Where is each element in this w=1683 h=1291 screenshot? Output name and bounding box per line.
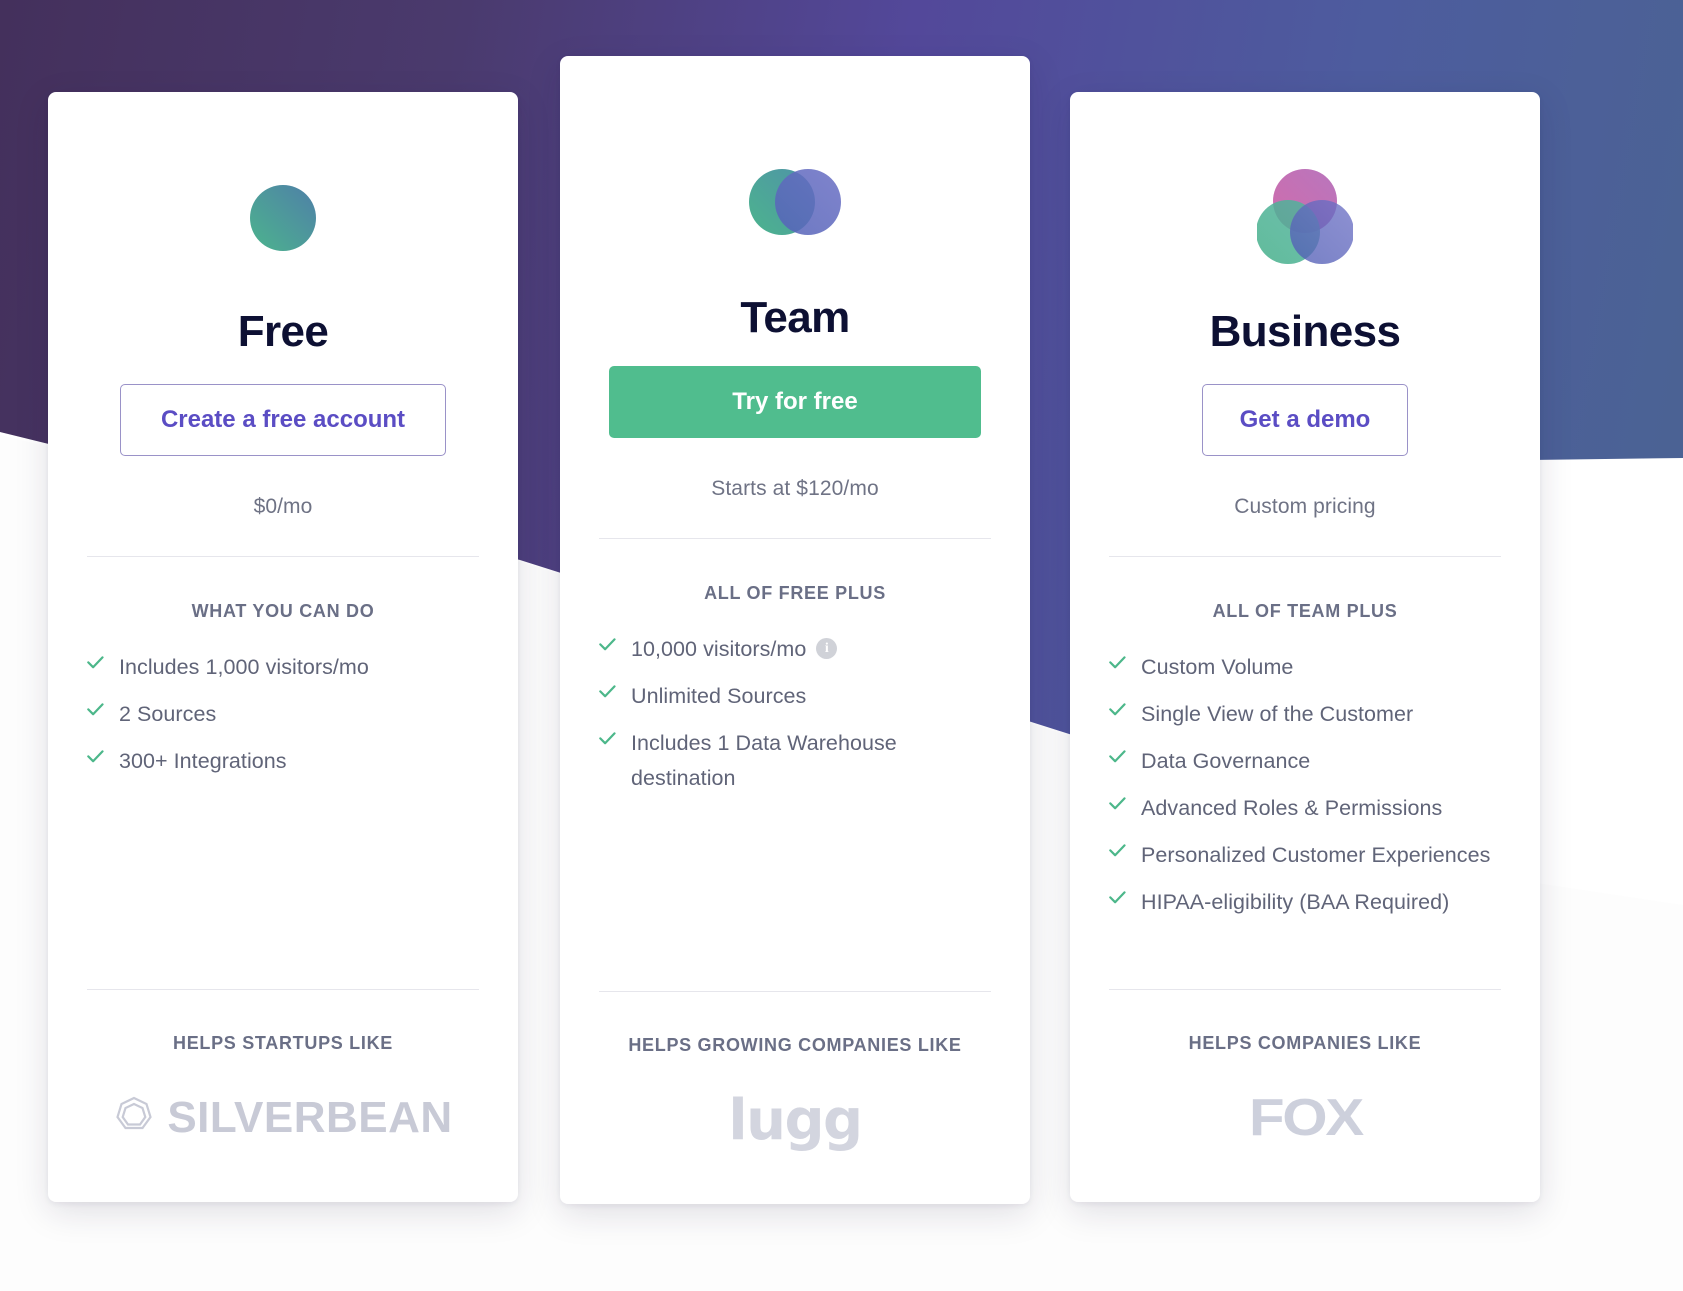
list-item: 300+ Integrations bbox=[87, 744, 479, 779]
check-icon bbox=[1109, 891, 1126, 915]
list-item: Personalized Customer Experiences bbox=[1109, 838, 1501, 873]
plan-title-team: Team bbox=[740, 293, 850, 342]
check-icon bbox=[87, 703, 104, 727]
check-icon bbox=[599, 685, 616, 709]
helps-heading-free: HELPS STARTUPS LIKE bbox=[173, 1033, 393, 1053]
feature-label: 300+ Integrations bbox=[119, 749, 287, 773]
check-icon bbox=[87, 750, 104, 774]
price-note-team: Starts at $120/mo bbox=[711, 477, 879, 500]
list-item: Custom Volume bbox=[1109, 650, 1501, 685]
divider-team-top bbox=[599, 538, 991, 539]
lugg-logo: lugg bbox=[728, 1087, 863, 1153]
plan-title-business: Business bbox=[1209, 307, 1401, 356]
feature-list-free: Includes 1,000 visitors/mo 2 Sources 300… bbox=[87, 650, 479, 791]
divider-free-bottom bbox=[87, 989, 479, 990]
check-icon bbox=[1109, 750, 1126, 774]
price-note-free: $0/mo bbox=[253, 495, 313, 518]
feature-label: Single View of the Customer bbox=[1141, 702, 1414, 726]
list-item: 10,000 visitors/mo i bbox=[599, 632, 991, 667]
feature-label: Custom Volume bbox=[1141, 655, 1294, 679]
feature-label: 2 Sources bbox=[119, 702, 217, 726]
list-item: Advanced Roles & Permissions bbox=[1109, 791, 1501, 826]
feature-list-team: 10,000 visitors/mo i Unlimited Sources In… bbox=[599, 632, 991, 808]
three-circle-venn-icon bbox=[1257, 164, 1353, 272]
fox-logo: FOX bbox=[1248, 1089, 1363, 1147]
customer-logo-team: lugg bbox=[728, 1088, 863, 1153]
feature-label: 10,000 visitors/mo i bbox=[631, 632, 838, 667]
features-heading-team: ALL OF FREE PLUS bbox=[704, 583, 886, 603]
customer-logo-free: SILVERBEAN bbox=[113, 1090, 452, 1146]
info-icon[interactable]: i bbox=[816, 637, 838, 659]
create-free-account-button[interactable]: Create a free account bbox=[120, 384, 446, 456]
features-heading-business: ALL OF TEAM PLUS bbox=[1212, 601, 1398, 621]
feature-label: Advanced Roles & Permissions bbox=[1141, 796, 1443, 820]
divider-free-top bbox=[87, 556, 479, 557]
silverbean-logo: SILVERBEAN bbox=[113, 1093, 452, 1143]
plan-title-free: Free bbox=[237, 307, 329, 356]
check-icon bbox=[599, 732, 616, 756]
customer-logo-business: FOX bbox=[1248, 1089, 1363, 1147]
helps-heading-business: HELPS COMPANIES LIKE bbox=[1188, 1033, 1422, 1053]
card-footer-team: HELPS GROWING COMPANIES LIKE lugg bbox=[560, 991, 1030, 1204]
feature-label: HIPAA-eligibility (BAA Required) bbox=[1141, 890, 1450, 914]
check-icon bbox=[1109, 703, 1126, 727]
list-item: 2 Sources bbox=[87, 697, 479, 732]
list-item: Includes 1 Data Warehouse destination bbox=[599, 726, 991, 796]
check-icon bbox=[1109, 656, 1126, 680]
silverbean-mark-icon bbox=[113, 1095, 155, 1142]
price-note-business: Custom pricing bbox=[1234, 495, 1376, 518]
feature-label: Unlimited Sources bbox=[631, 684, 807, 708]
pricing-card-team: Team Try for free Starts at $120/mo ALL … bbox=[560, 56, 1030, 1204]
divider-team-bottom bbox=[599, 991, 991, 992]
feature-label-text: 10,000 visitors/mo bbox=[631, 637, 807, 661]
two-circle-venn-icon bbox=[749, 148, 841, 256]
single-circle-icon bbox=[250, 164, 316, 272]
feature-label: Data Governance bbox=[1141, 749, 1311, 773]
check-icon bbox=[1109, 797, 1126, 821]
pricing-card-free: Free Create a free account $0/mo WHAT YO… bbox=[48, 92, 518, 1202]
helps-heading-team: HELPS GROWING COMPANIES LIKE bbox=[628, 1035, 962, 1055]
list-item: HIPAA-eligibility (BAA Required) bbox=[1109, 885, 1501, 920]
list-item: Data Governance bbox=[1109, 744, 1501, 779]
feature-label: Personalized Customer Experiences bbox=[1141, 843, 1491, 867]
list-item: Unlimited Sources bbox=[599, 679, 991, 714]
feature-label: Includes 1,000 visitors/mo bbox=[119, 655, 369, 679]
card-footer-business: HELPS COMPANIES LIKE FOX bbox=[1070, 989, 1540, 1202]
feature-list-business: Custom Volume Single View of the Custome… bbox=[1109, 650, 1501, 932]
list-item: Single View of the Customer bbox=[1109, 697, 1501, 732]
silverbean-wordmark: SILVERBEAN bbox=[167, 1093, 453, 1142]
feature-label: Includes 1 Data Warehouse destination bbox=[631, 731, 897, 790]
check-icon bbox=[87, 656, 104, 680]
divider-business-top bbox=[1109, 556, 1501, 557]
card-footer-free: HELPS STARTUPS LIKE SILVERBEAN bbox=[48, 989, 518, 1202]
check-icon bbox=[1109, 844, 1126, 868]
get-a-demo-button[interactable]: Get a demo bbox=[1202, 384, 1408, 456]
try-for-free-button[interactable]: Try for free bbox=[609, 366, 981, 438]
check-icon bbox=[599, 638, 616, 662]
list-item: Includes 1,000 visitors/mo bbox=[87, 650, 479, 685]
pricing-card-business: Business Get a demo Custom pricing ALL O… bbox=[1070, 92, 1540, 1202]
divider-business-bottom bbox=[1109, 989, 1501, 990]
features-heading-free: WHAT YOU CAN DO bbox=[191, 601, 375, 621]
